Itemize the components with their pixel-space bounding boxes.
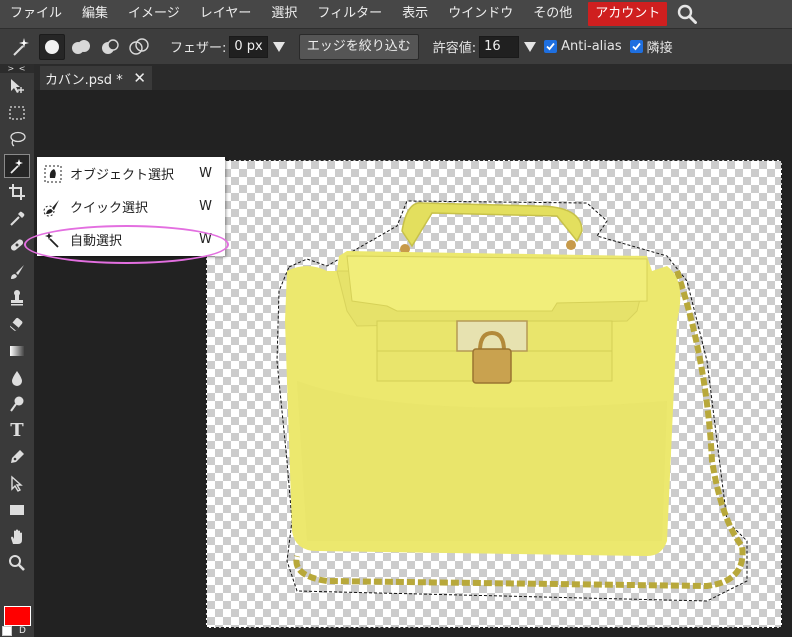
pen-tool[interactable] (0, 444, 34, 471)
tolerance-input[interactable]: 16 (479, 35, 520, 58)
highlight-annotation (24, 225, 229, 264)
feather-dropdown-icon[interactable] (272, 41, 285, 52)
menu-select[interactable]: 選択 (261, 0, 307, 28)
contiguous-checkbox[interactable] (629, 40, 643, 53)
menu-view[interactable]: 表示 (392, 0, 438, 28)
zoom-icon (4, 551, 30, 575)
marquee-icon (4, 101, 30, 125)
document-tab-bar: カバン.psd * ✕ (34, 64, 792, 90)
intersect-selection-icon[interactable] (126, 34, 152, 60)
crop-icon (4, 180, 30, 204)
flyout-item-label: オブジェクト選択 (70, 168, 175, 183)
gradient-tool[interactable] (0, 338, 34, 365)
type-tool-glyph: T (10, 420, 24, 442)
lasso-icon (4, 127, 30, 151)
flyout-item-object-select[interactable]: オブジェクト選択 W (37, 157, 225, 190)
flyout-item-shortcut: W (199, 199, 212, 214)
move-tool[interactable] (0, 73, 34, 100)
stamp-tool[interactable] (0, 285, 34, 312)
menu-image[interactable]: イメージ (118, 0, 190, 28)
eyedropper-tool[interactable] (0, 206, 34, 233)
contiguous-label: 隣接 (646, 41, 673, 56)
document-tab-label: カバン.psd * (45, 72, 123, 88)
menu-filter[interactable]: フィルター (307, 0, 392, 28)
path-select-tool[interactable] (0, 471, 34, 498)
eyedropper-icon (4, 207, 30, 231)
menu-more[interactable]: その他 (523, 0, 582, 28)
pen-icon (4, 445, 30, 469)
magic-wand-icon (4, 153, 30, 178)
brush-tool[interactable] (0, 259, 34, 286)
menu-layer[interactable]: レイヤー (190, 0, 262, 28)
object-select-icon (41, 162, 65, 186)
menu-file[interactable]: ファイル (0, 0, 72, 28)
antialias-label: Anti-alias (561, 39, 622, 54)
marquee-tool[interactable] (0, 100, 34, 127)
antialias-checkbox[interactable] (544, 40, 558, 53)
account-button[interactable]: アカウント (588, 2, 668, 26)
refine-edge-button[interactable]: エッジを絞り込む (298, 33, 419, 60)
type-icon: T (4, 419, 30, 443)
brush-icon (4, 260, 30, 284)
feather-label: フェザー: (170, 41, 227, 56)
flyout-item-label: クイック選択 (70, 201, 149, 216)
path-select-icon (4, 472, 30, 496)
menu-edit[interactable]: 編集 (72, 0, 118, 28)
quick-select-icon (41, 195, 65, 219)
magic-wand-icon[interactable] (6, 32, 36, 62)
search-icon[interactable] (673, 0, 701, 28)
hand-tool[interactable] (0, 524, 34, 551)
foreground-color-swatch[interactable] (4, 606, 31, 626)
menu-window[interactable]: ウインドウ (438, 0, 523, 28)
blur-tool[interactable] (0, 365, 34, 392)
gradient-icon (4, 339, 30, 363)
eraser-icon (4, 313, 30, 337)
tolerance-dropdown-icon[interactable] (524, 41, 537, 52)
zoom-tool[interactable] (0, 550, 34, 577)
tools-panel: > < T (0, 64, 34, 637)
new-selection-icon[interactable] (39, 33, 65, 60)
lasso-tool[interactable] (0, 126, 34, 153)
flyout-item-quick-select[interactable]: クイック選択 W (37, 190, 225, 223)
background-color-swatch[interactable] (2, 626, 12, 636)
shape-icon (4, 498, 30, 522)
hand-icon (4, 525, 30, 549)
add-selection-icon[interactable] (68, 34, 94, 60)
feather-input[interactable]: 0 px (229, 35, 268, 58)
subtract-selection-icon[interactable] (97, 34, 123, 60)
shape-tool[interactable] (0, 497, 34, 524)
document-canvas[interactable] (206, 160, 782, 628)
toolbar-collapse-button[interactable]: > < (0, 64, 34, 73)
flyout-item-shortcut: W (199, 166, 212, 181)
document-tab[interactable]: カバン.psd * ✕ (40, 66, 152, 90)
options-bar: フェザー: 0 px エッジを絞り込む 許容値: 16 Anti-alias 隣… (0, 28, 792, 64)
yellow-handbag-image (276, 200, 748, 602)
type-tool[interactable]: T (0, 418, 34, 445)
default-colors-button[interactable]: D (19, 626, 26, 636)
tolerance-label: 許容値: (432, 41, 477, 56)
stamp-icon (4, 286, 30, 310)
menu-bar: ファイル 編集 イメージ レイヤー 選択 フィルター 表示 ウインドウ その他 … (0, 0, 792, 28)
crop-tool[interactable] (0, 179, 34, 206)
move-icon (4, 74, 30, 98)
dodge-icon (4, 392, 30, 416)
eraser-tool[interactable] (0, 312, 34, 339)
magic-wand-tool[interactable] (0, 153, 34, 180)
blur-icon (4, 366, 30, 390)
close-icon[interactable]: ✕ (133, 69, 146, 87)
dodge-tool[interactable] (0, 391, 34, 418)
